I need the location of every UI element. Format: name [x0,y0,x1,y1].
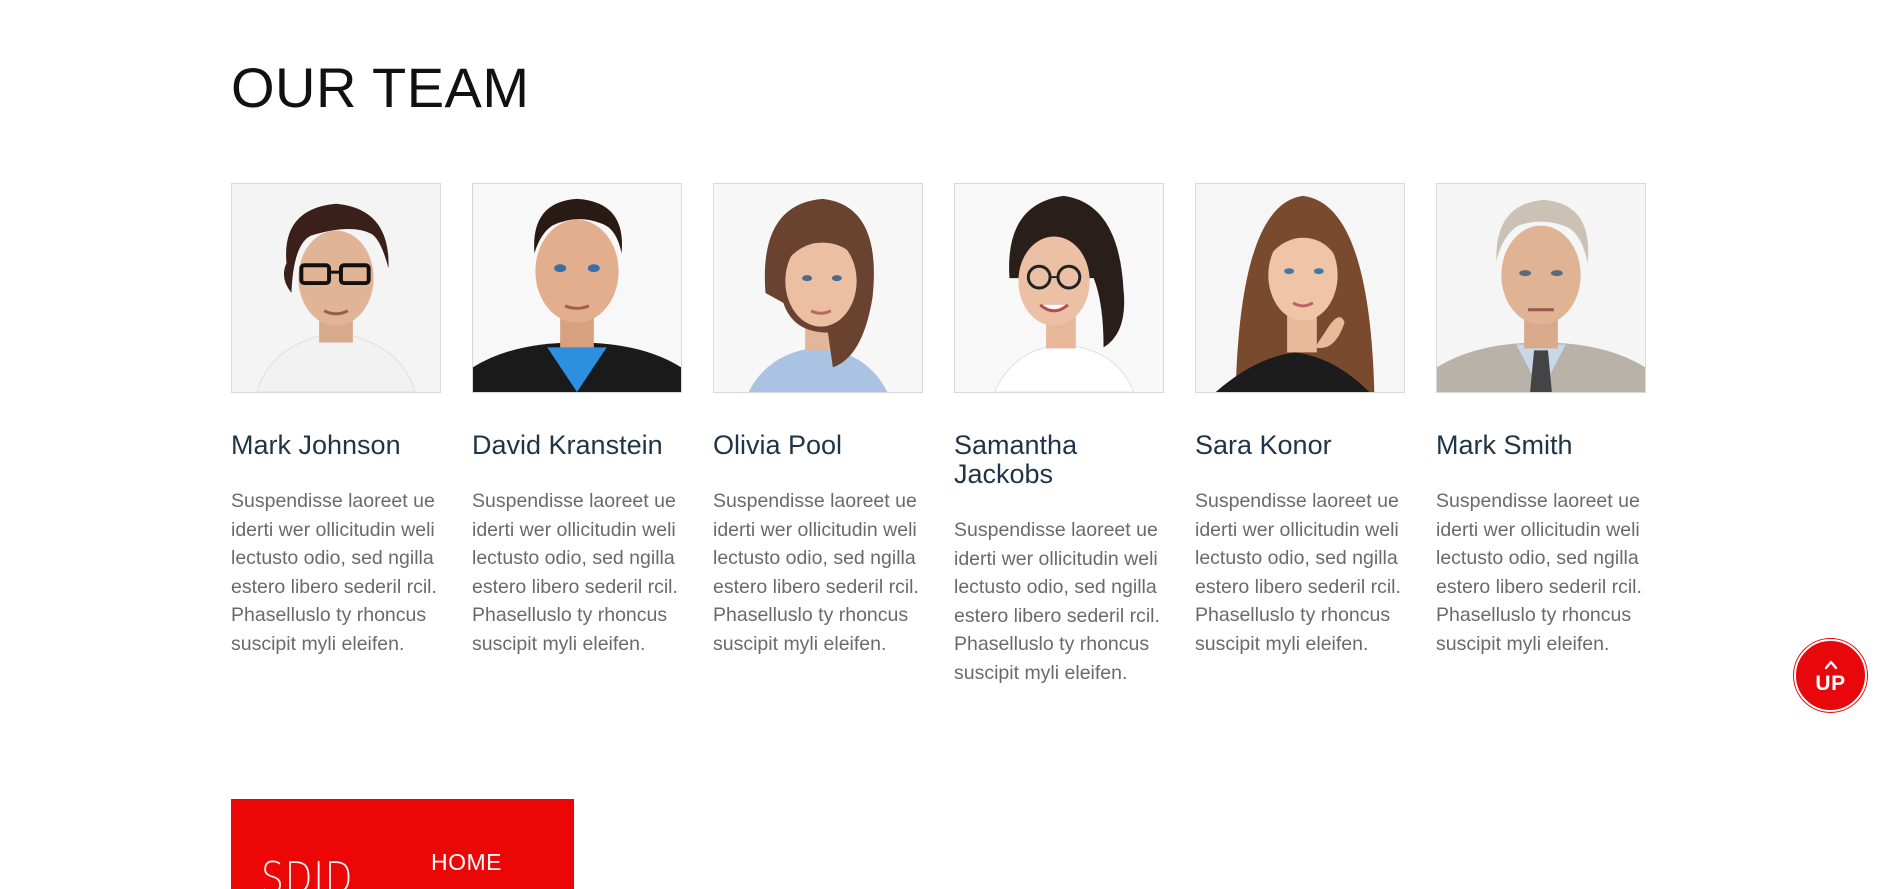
team-member-photo [954,183,1164,393]
chevron-up-icon [1824,660,1837,669]
section-title: OUR TEAM [231,56,530,119]
portrait-woman-long-hair-icon [1196,184,1404,392]
team-member-photo [713,183,923,393]
portrait-older-man-icon [1437,184,1645,392]
footer-block: SDID HOME [231,799,574,889]
team-member-photo [231,183,441,393]
team-grid: Mark Johnson Suspendisse laoreet ue ider… [231,183,1646,687]
portrait-woman-icon [714,184,922,392]
portrait-man-glasses-icon [232,184,440,392]
team-member-card: David Kranstein Suspendisse laoreet ue i… [472,183,682,687]
team-member-bio: Suspendisse laoreet ue iderti wer ollici… [954,519,1160,684]
team-member-bio: Suspendisse laoreet ue iderti wer ollici… [1436,490,1642,655]
team-member-name: Mark Smith [1436,430,1573,460]
team-member-name: David Kranstein [472,430,663,460]
team-member-card: Mark Johnson Suspendisse laoreet ue ider… [231,183,441,687]
team-member-card: Samantha Jackobs Suspendisse laoreet ue … [954,183,1164,687]
team-member-bio: Suspendisse laoreet ue iderti wer ollici… [713,490,919,655]
scroll-up-button[interactable]: UP [1794,639,1867,712]
portrait-woman-glasses-icon [955,184,1163,392]
page: OUR TEAM Mark Johnson Suspendisse laoree… [0,0,1881,889]
footer-nav-home-link[interactable]: HOME [431,849,502,876]
team-member-card: Sara Konor Suspendisse laoreet ue iderti… [1195,183,1405,687]
team-member-photo [1195,183,1405,393]
team-member-card: Olivia Pool Suspendisse laoreet ue idert… [713,183,923,687]
scroll-up-label: UP [1815,671,1846,695]
team-member-bio: Suspendisse laoreet ue iderti wer ollici… [1195,490,1401,655]
team-member-photo [1436,183,1646,393]
team-member-photo [472,183,682,393]
team-member-name: Samantha Jackobs [954,430,1078,489]
portrait-man-suit-icon [473,184,681,392]
team-member-name: Olivia Pool [713,430,843,460]
team-member-card: Mark Smith Suspendisse laoreet ue iderti… [1436,183,1646,687]
team-member-name: Sara Konor [1195,430,1332,460]
team-member-name: Mark Johnson [231,430,401,460]
team-member-bio: Suspendisse laoreet ue iderti wer ollici… [472,490,678,655]
footer-logo[interactable]: SDID [261,853,353,889]
team-member-bio: Suspendisse laoreet ue iderti wer ollici… [231,490,437,655]
